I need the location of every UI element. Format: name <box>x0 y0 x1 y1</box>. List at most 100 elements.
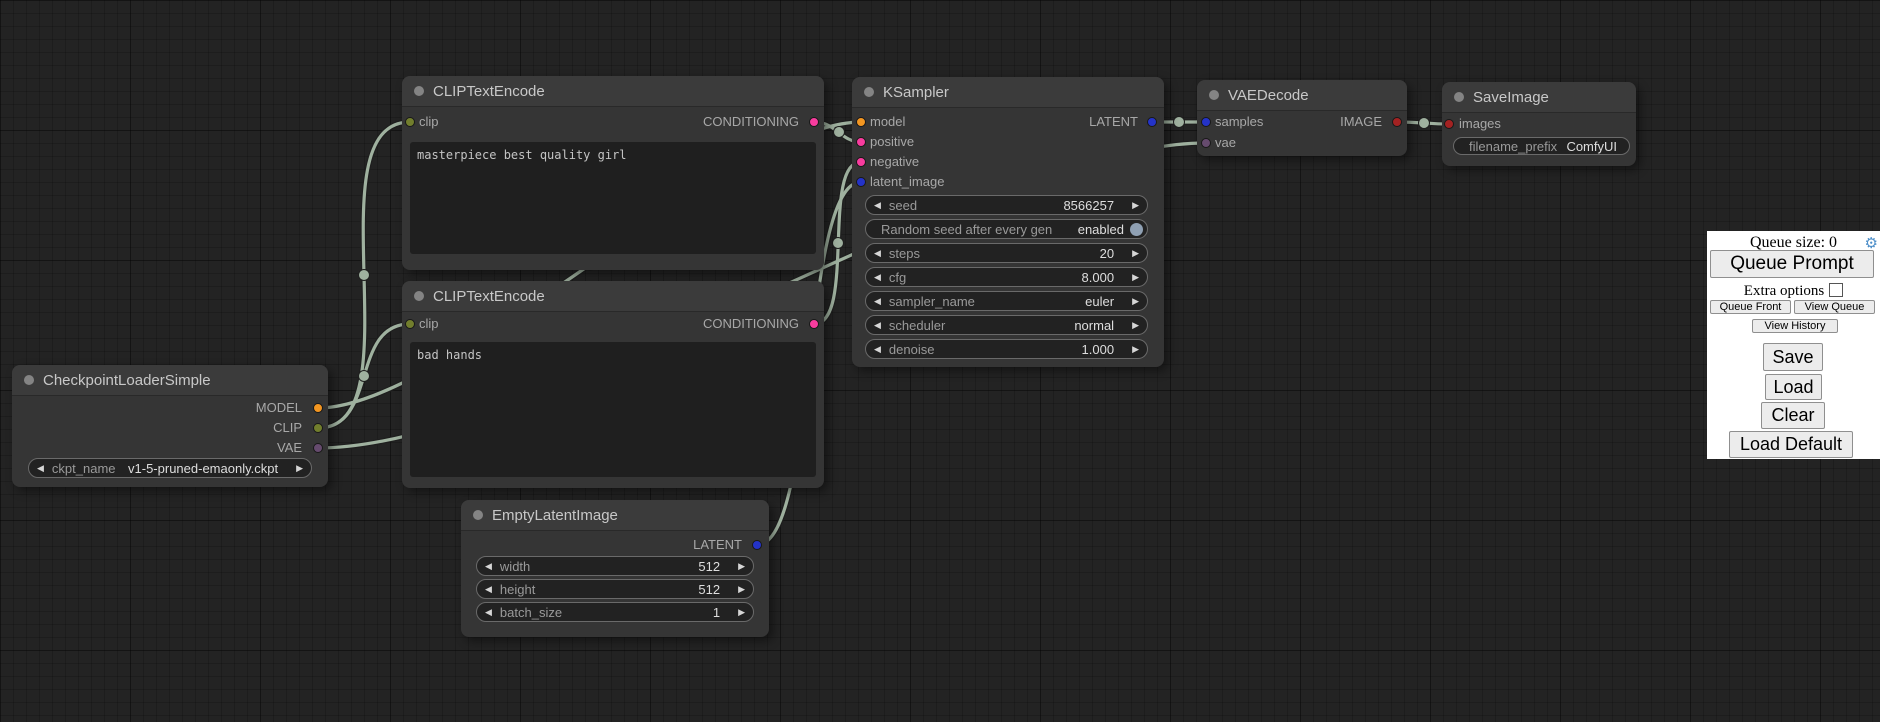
node-header[interactable]: KSampler <box>852 77 1164 108</box>
node-header[interactable]: CLIPTextEncode <box>402 281 824 312</box>
input-slot-model[interactable] <box>856 117 866 127</box>
view-history-button[interactable]: View History <box>1752 319 1838 333</box>
output-slot-model[interactable] <box>313 403 323 413</box>
node-clip-text-encode-negative[interactable]: CLIPTextEncode clip CONDITIONING bad han… <box>402 281 824 488</box>
input-slot-clip[interactable] <box>405 117 415 127</box>
node-empty-latent-image[interactable]: EmptyLatentImage LATENT ◀ width 512 ▶ ◀ … <box>461 500 769 637</box>
widget-denoise[interactable]: ◀ denoise 1.000 ▶ <box>865 339 1148 359</box>
save-button[interactable]: Save <box>1763 343 1823 371</box>
widget-label: cfg <box>889 270 906 285</box>
view-queue-button[interactable]: View Queue <box>1794 300 1875 314</box>
collapse-dot-icon[interactable] <box>864 87 874 97</box>
node-save-image[interactable]: SaveImage images filename_prefix ComfyUI <box>1442 82 1636 166</box>
arrow-left-icon[interactable]: ◀ <box>477 580 500 598</box>
arrow-left-icon[interactable]: ◀ <box>866 196 889 214</box>
arrow-right-icon[interactable]: ▶ <box>1124 292 1147 310</box>
node-header[interactable]: CLIPTextEncode <box>402 76 824 107</box>
collapse-dot-icon[interactable] <box>24 375 34 385</box>
clear-button[interactable]: Clear <box>1761 402 1825 429</box>
collapse-dot-icon[interactable] <box>473 510 483 520</box>
input-slot-vae[interactable] <box>1201 138 1211 148</box>
node-header[interactable]: CheckpointLoaderSimple <box>12 365 328 396</box>
queue-menu-panel: Queue size: 0 ⚙ Queue Prompt Extra optio… <box>1707 231 1880 459</box>
arrow-left-icon[interactable]: ◀ <box>866 268 889 286</box>
input-slot-clip[interactable] <box>405 319 415 329</box>
input-slot-images[interactable] <box>1444 119 1454 129</box>
output-slot-conditioning[interactable] <box>809 319 819 329</box>
arrow-left-icon[interactable]: ◀ <box>477 603 500 621</box>
input-label-latent-image: latent_image <box>870 174 944 190</box>
widget-label: batch_size <box>500 605 562 620</box>
collapse-dot-icon[interactable] <box>1454 92 1464 102</box>
output-slot-vae[interactable] <box>313 443 323 453</box>
load-default-button[interactable]: Load Default <box>1729 431 1853 458</box>
widget-random-seed-toggle[interactable]: Random seed after every gen enabled <box>865 219 1148 239</box>
input-slot-positive[interactable] <box>856 137 866 147</box>
output-slot-image[interactable] <box>1392 117 1402 127</box>
collapse-dot-icon[interactable] <box>414 291 424 301</box>
output-slot-latent[interactable] <box>1147 117 1157 127</box>
input-label-positive: positive <box>870 134 914 150</box>
arrow-right-icon[interactable]: ▶ <box>730 603 753 621</box>
widget-label: filename_prefix <box>1454 139 1557 154</box>
widget-value: normal <box>1074 318 1124 333</box>
node-clip-text-encode-positive[interactable]: CLIPTextEncode clip CONDITIONING masterp… <box>402 76 824 270</box>
input-slot-negative[interactable] <box>856 157 866 167</box>
prompt-text-area[interactable]: masterpiece best quality girl <box>410 142 816 254</box>
arrow-right-icon[interactable]: ▶ <box>730 557 753 575</box>
node-title: KSampler <box>883 84 949 101</box>
widget-value: ComfyUI <box>1566 139 1629 154</box>
queue-front-button[interactable]: Queue Front <box>1710 300 1791 314</box>
arrow-right-icon[interactable]: ▶ <box>730 580 753 598</box>
arrow-right-icon[interactable]: ▶ <box>1124 268 1147 286</box>
widget-filename-prefix[interactable]: filename_prefix ComfyUI <box>1453 137 1630 155</box>
widget-value: 1 <box>713 605 730 620</box>
toggle-dot-icon[interactable] <box>1130 223 1143 236</box>
collapse-dot-icon[interactable] <box>414 86 424 96</box>
arrow-left-icon[interactable]: ◀ <box>477 557 500 575</box>
output-label-latent: LATENT <box>693 537 742 553</box>
widget-ckpt-name[interactable]: ◀ ckpt_name v1-5-pruned-emaonly.ckpt ▶ <box>28 458 312 478</box>
widget-width[interactable]: ◀ width 512 ▶ <box>476 556 754 576</box>
arrow-left-icon[interactable]: ◀ <box>866 340 889 358</box>
output-label-clip: CLIP <box>273 420 302 436</box>
collapse-dot-icon[interactable] <box>1209 90 1219 100</box>
input-slot-latent-image[interactable] <box>856 177 866 187</box>
extra-options-label: Extra options <box>1744 283 1824 299</box>
widget-batch-size[interactable]: ◀ batch_size 1 ▶ <box>476 602 754 622</box>
output-slot-clip[interactable] <box>313 423 323 433</box>
arrow-right-icon[interactable]: ▶ <box>1124 244 1147 262</box>
queue-prompt-button[interactable]: Queue Prompt <box>1710 250 1874 278</box>
arrow-right-icon[interactable]: ▶ <box>1124 340 1147 358</box>
prompt-text-area[interactable]: bad hands <box>410 342 816 477</box>
arrow-left-icon[interactable]: ◀ <box>866 292 889 310</box>
node-checkpoint-loader-simple[interactable]: CheckpointLoaderSimple MODEL CLIP VAE ◀ … <box>12 365 328 487</box>
input-label-images: images <box>1459 116 1501 132</box>
arrow-left-icon[interactable]: ◀ <box>866 244 889 262</box>
arrow-left-icon[interactable]: ◀ <box>29 459 52 477</box>
arrow-right-icon[interactable]: ▶ <box>1124 196 1147 214</box>
arrow-right-icon[interactable]: ▶ <box>1124 316 1147 334</box>
extra-options-checkbox[interactable] <box>1829 283 1843 297</box>
arrow-right-icon[interactable]: ▶ <box>288 459 311 477</box>
node-vae-decode[interactable]: VAEDecode samples vae IMAGE <box>1197 80 1407 156</box>
node-header[interactable]: EmptyLatentImage <box>461 500 769 531</box>
output-slot-conditioning[interactable] <box>809 117 819 127</box>
node-header[interactable]: SaveImage <box>1442 82 1636 113</box>
widget-sampler-name[interactable]: ◀ sampler_name euler ▶ <box>865 291 1148 311</box>
widget-cfg[interactable]: ◀ cfg 8.000 ▶ <box>865 267 1148 287</box>
load-button[interactable]: Load <box>1765 374 1822 400</box>
output-label-conditioning: CONDITIONING <box>703 114 799 130</box>
widget-scheduler[interactable]: ◀ scheduler normal ▶ <box>865 315 1148 335</box>
widget-height[interactable]: ◀ height 512 ▶ <box>476 579 754 599</box>
node-ksampler[interactable]: KSampler model positive negative latent_… <box>852 77 1164 367</box>
arrow-left-icon[interactable]: ◀ <box>866 316 889 334</box>
node-header[interactable]: VAEDecode <box>1197 80 1407 111</box>
widget-steps[interactable]: ◀ steps 20 ▶ <box>865 243 1148 263</box>
widget-label: steps <box>889 246 920 261</box>
node-title: CheckpointLoaderSimple <box>43 372 211 389</box>
widget-seed[interactable]: ◀ seed 8566257 ▶ <box>865 195 1148 215</box>
output-slot-latent[interactable] <box>752 540 762 550</box>
input-slot-samples[interactable] <box>1201 117 1211 127</box>
widget-value: 1.000 <box>1082 342 1125 357</box>
